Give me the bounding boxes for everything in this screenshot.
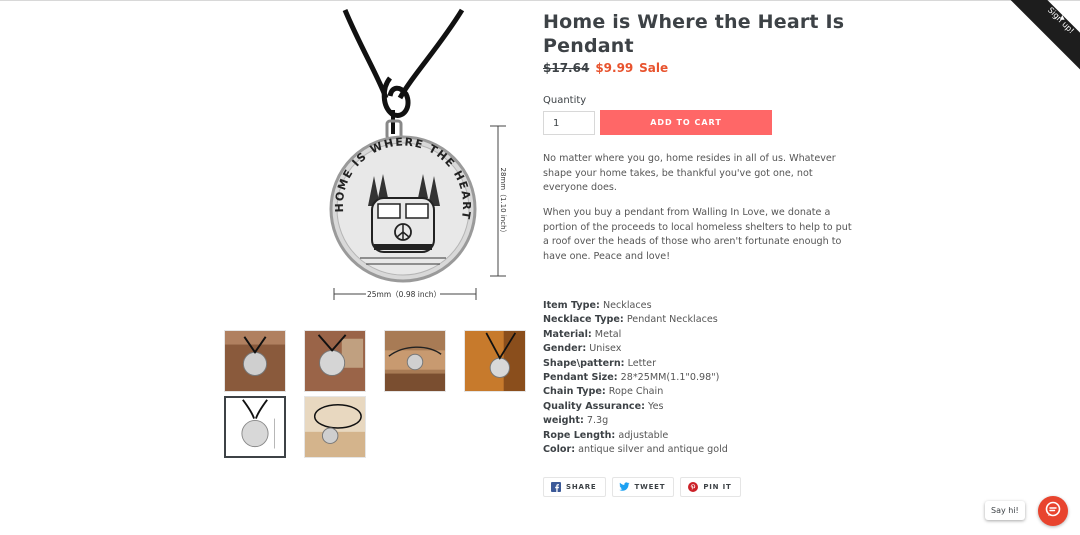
social-share-buttons: SHARE TWEET PIN IT — [543, 477, 741, 497]
signup-ribbon[interactable]: Sign up! — [1010, 0, 1080, 70]
spec-value: Letter — [627, 357, 657, 369]
spec-value: 7.3g — [586, 415, 609, 427]
spec-line: Chain Type: Rope Chain — [543, 385, 863, 399]
thumbnail-2[interactable] — [304, 330, 366, 392]
product-specs: Item Type: Necklaces Necklace Type: Pend… — [543, 299, 863, 457]
thumbnail-4[interactable] — [464, 330, 526, 392]
spec-value: adjustable — [618, 429, 669, 441]
caret-up-icon: ▲ — [1060, 14, 1065, 21]
thumbnail-6[interactable] — [304, 396, 366, 458]
spec-label: Pendant Size: — [543, 372, 618, 384]
spec-value: Rope Chain — [608, 386, 664, 398]
twitter-icon — [618, 482, 630, 493]
pinterest-pin-button[interactable]: PIN IT — [680, 477, 741, 497]
spec-label: Gender: — [543, 343, 587, 355]
description-paragraph-1: No matter where you go, home resides in … — [543, 153, 836, 193]
facebook-icon — [550, 482, 561, 493]
spec-line: Item Type: Necklaces — [543, 299, 863, 313]
spec-value: antique silver and antique gold — [578, 444, 728, 456]
sale-label: Sale — [639, 61, 669, 75]
pinterest-pin-label: PIN IT — [703, 483, 732, 491]
spec-line: Necklace Type: Pendant Necklaces — [543, 313, 863, 327]
spec-line: Gender: Unisex — [543, 342, 863, 356]
product-title: Home is Where the Heart Is Pendant — [543, 11, 845, 57]
add-to-cart-button[interactable]: ADD TO CART — [600, 110, 772, 135]
spec-value: Pendant Necklaces — [626, 314, 718, 326]
spec-label: Quality Assurance: — [543, 400, 645, 412]
facebook-share-label: SHARE — [566, 483, 597, 491]
spec-label: Material: — [543, 328, 592, 340]
original-price: $17.64 — [543, 61, 590, 75]
spec-label: Shape\pattern: — [543, 357, 625, 369]
spec-line: Rope Length: adjustable — [543, 429, 863, 443]
spec-value: Unisex — [589, 343, 622, 355]
sale-price: $9.99 — [595, 61, 634, 75]
spec-line: Color: antique silver and antique gold — [543, 443, 863, 457]
spec-line: Quality Assurance: Yes — [543, 400, 863, 414]
product-main-image[interactable]: HOME IS WHERE THE HEART IS 28mm（1.10 inc… — [295, 0, 530, 306]
spec-value: Metal — [594, 328, 622, 340]
spec-label: Necklace Type: — [543, 314, 624, 326]
spec-label: Chain Type: — [543, 386, 606, 398]
twitter-tweet-button[interactable]: TWEET — [611, 477, 675, 497]
pinterest-icon — [687, 482, 698, 493]
facebook-share-button[interactable]: SHARE — [543, 477, 606, 497]
description-paragraph-2: When you buy a pendant from Walling In L… — [543, 207, 852, 262]
spec-label: Color: — [543, 444, 576, 456]
pendant-illustration: HOME IS WHERE THE HEART IS 28mm（1.10 inc… — [295, 0, 507, 300]
thumbnail-3[interactable] — [384, 330, 446, 392]
chat-bubbles-icon — [1045, 501, 1061, 521]
spec-value: Necklaces — [602, 300, 652, 311]
spec-line: Material: Metal — [543, 328, 863, 342]
spec-line: Pendant Size: 28*25MM(1.1"0.98") — [543, 371, 863, 385]
spec-value: 28*25MM(1.1"0.98") — [620, 372, 720, 384]
spec-label: Rope Length: — [543, 429, 616, 441]
spec-value: Yes — [648, 400, 664, 412]
chat-greeting-bubble[interactable]: Say hi! — [985, 501, 1025, 520]
chat-launcher-button[interactable] — [1038, 496, 1068, 526]
twitter-tweet-label: TWEET — [634, 483, 666, 491]
spec-label: Item Type: — [543, 300, 600, 311]
quantity-input[interactable] — [543, 111, 595, 135]
width-dimension-label: 25mm（0.98 inch） — [367, 290, 441, 299]
spec-line: Shape\pattern: Letter — [543, 357, 863, 371]
quantity-label: Quantity — [543, 95, 587, 106]
top-border — [0, 0, 1080, 4]
price-row: $17.64 $9.99 Sale — [543, 61, 668, 75]
thumbnail-1[interactable] — [224, 330, 286, 392]
spec-label: weight: — [543, 415, 584, 427]
thumbnail-5-selected[interactable] — [224, 396, 286, 458]
spec-line: weight: 7.3g — [543, 414, 863, 428]
height-dimension-label: 28mm（1.10 inch） — [499, 167, 507, 236]
